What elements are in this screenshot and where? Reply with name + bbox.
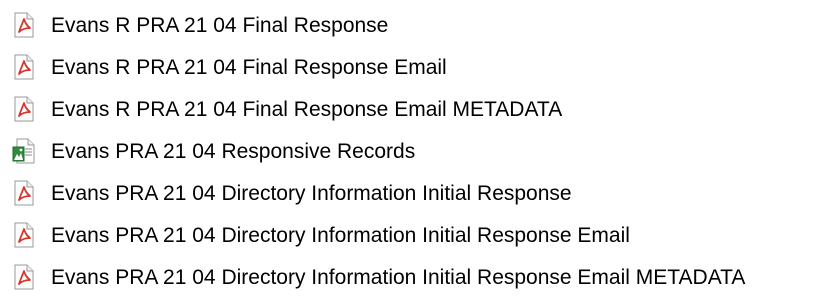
file-list: Evans R PRA 21 04 Final Response Evans R… xyxy=(0,0,814,293)
pdf-icon xyxy=(12,222,36,248)
pdf-icon xyxy=(12,54,36,80)
file-name: Evans R PRA 21 04 Final Response xyxy=(51,13,389,37)
image-document-icon xyxy=(12,138,36,164)
file-name: Evans PRA 21 04 Directory Information In… xyxy=(51,265,746,289)
file-item-final-response-email-metadata[interactable]: Evans R PRA 21 04 Final Response Email M… xyxy=(0,88,814,130)
file-name: Evans PRA 21 04 Directory Information In… xyxy=(51,181,572,205)
file-item-responsive-records[interactable]: Evans PRA 21 04 Responsive Records xyxy=(0,130,814,172)
pdf-icon xyxy=(12,96,36,122)
file-item-directory-information-initial-response[interactable]: Evans PRA 21 04 Directory Information In… xyxy=(0,172,814,214)
file-name: Evans PRA 21 04 Responsive Records xyxy=(51,139,416,163)
file-name: Evans R PRA 21 04 Final Response Email M… xyxy=(51,97,563,121)
file-item-directory-information-initial-response-email[interactable]: Evans PRA 21 04 Directory Information In… xyxy=(0,214,814,256)
file-item-directory-information-initial-response-email-metadata[interactable]: Evans PRA 21 04 Directory Information In… xyxy=(0,256,814,298)
file-name: Evans R PRA 21 04 Final Response Email xyxy=(51,55,447,79)
pdf-icon xyxy=(12,264,36,290)
pdf-icon xyxy=(12,12,36,38)
file-name: Evans PRA 21 04 Directory Information In… xyxy=(51,223,630,247)
file-item-final-response[interactable]: Evans R PRA 21 04 Final Response xyxy=(0,4,814,46)
pdf-icon xyxy=(12,180,36,206)
file-item-final-response-email[interactable]: Evans R PRA 21 04 Final Response Email xyxy=(0,46,814,88)
